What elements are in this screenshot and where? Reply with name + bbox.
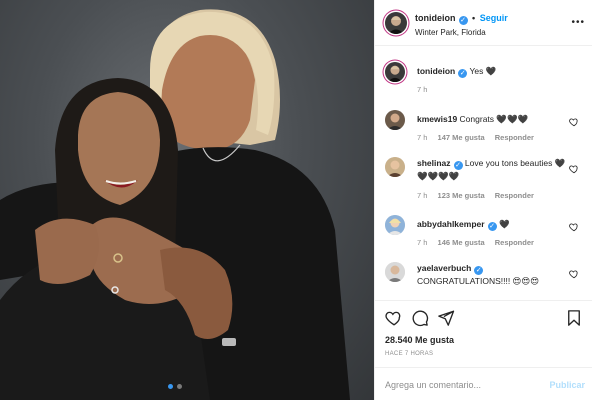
instagram-post: tonideion ✓ • Seguir Winter Park, Florida… (0, 0, 592, 400)
verified-badge-icon: ✓ (474, 266, 484, 275)
comment-input[interactable] (385, 377, 535, 393)
separator-dot: • (472, 13, 476, 23)
comment-time[interactable]: 7 h (417, 133, 427, 142)
photo-illustration (0, 9, 350, 400)
more-options-icon[interactable]: ••• (571, 17, 585, 28)
reply-button[interactable]: Responder (495, 191, 534, 200)
comment-username[interactable]: yaelaverbuch (417, 263, 471, 273)
post-header: tonideion ✓ • Seguir Winter Park, Florida… (375, 0, 592, 46)
carousel-dot-1 (168, 384, 173, 389)
post-side-panel: tonideion ✓ • Seguir Winter Park, Florida… (374, 0, 592, 400)
reply-button[interactable]: Responder (495, 238, 534, 247)
carousel-indicator (168, 384, 182, 389)
post-actions: 28.540 Me gusta HACE 7 HORAS Publicar (375, 300, 592, 400)
share-paper-plane-icon[interactable] (437, 309, 455, 327)
verified-badge-icon: ✓ (458, 16, 468, 25)
caption-text: Yes 🖤 (469, 66, 497, 76)
comment-avatar[interactable] (385, 262, 405, 282)
comment-time[interactable]: 7 h (417, 191, 427, 200)
comment-text: CONGRATULATIONS!!!! 😍😍😍 (417, 276, 540, 286)
verified-badge-icon: ✓ (487, 222, 497, 231)
post-timestamp[interactable]: HACE 7 HORAS (385, 351, 433, 357)
author-avatar[interactable] (385, 12, 407, 34)
like-comment-icon[interactable] (569, 117, 579, 127)
verified-badge-icon: ✓ (453, 161, 463, 170)
publish-button[interactable]: Publicar (549, 380, 585, 390)
comment-username[interactable]: kmewis19 (417, 114, 457, 124)
follow-button[interactable]: Seguir (480, 13, 508, 23)
add-comment-bar: Publicar (375, 367, 592, 400)
comment-username[interactable]: abbydahlkemper (417, 219, 485, 229)
comment-avatar[interactable] (385, 157, 405, 177)
comment-likes[interactable]: 147 Me gusta (438, 133, 485, 142)
caption-avatar[interactable] (385, 62, 405, 82)
comment-avatar[interactable] (385, 215, 405, 235)
like-comment-icon[interactable] (569, 269, 579, 279)
comment-bubble-icon[interactable] (411, 309, 429, 327)
post-photo[interactable] (0, 0, 374, 400)
like-comment-icon[interactable] (569, 222, 579, 232)
post-location[interactable]: Winter Park, Florida (415, 28, 486, 37)
caption-time[interactable]: 7 h (417, 85, 427, 94)
like-comment-icon[interactable] (569, 164, 579, 174)
comment-avatar[interactable] (385, 110, 405, 130)
verified-badge-icon: ✓ (458, 69, 468, 78)
save-bookmark-icon[interactable] (565, 309, 583, 327)
caption-username[interactable]: tonideion (417, 66, 455, 76)
comment-time[interactable]: 7 h (417, 238, 427, 247)
likes-count[interactable]: 28.540 Me gusta (385, 335, 454, 345)
carousel-dot-2 (177, 384, 182, 389)
comment-text: Congrats 🖤🖤🖤 (459, 114, 529, 124)
comment-text: 🖤 (498, 219, 510, 229)
author-username[interactable]: tonideion (415, 13, 456, 23)
comment-likes[interactable]: 123 Me gusta (438, 191, 485, 200)
comment-username[interactable]: shelinaz (417, 158, 451, 168)
like-heart-icon[interactable] (385, 309, 403, 327)
comment-likes[interactable]: 146 Me gusta (438, 238, 485, 247)
reply-button[interactable]: Responder (495, 133, 534, 142)
comments-list[interactable]: tonideion ✓ Yes 🖤 7 h kmewis19 Congrats 🖤… (375, 47, 592, 299)
